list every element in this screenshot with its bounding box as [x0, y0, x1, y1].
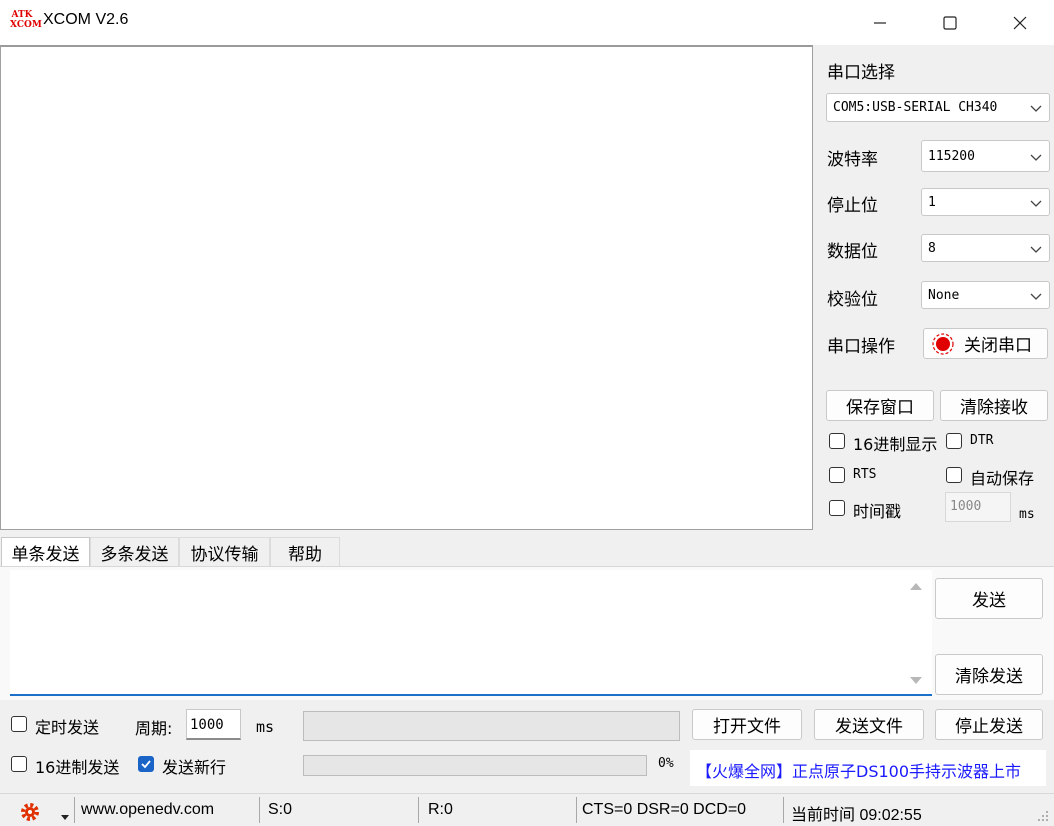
hex-send-label: 16进制发送: [35, 758, 120, 777]
promo-link[interactable]: 【火爆全网】正点原子DS100手持示波器上市: [696, 758, 1021, 782]
rts-checkbox[interactable]: [829, 467, 845, 483]
checkmark-icon: [141, 760, 151, 769]
databits-select[interactable]: 8: [921, 234, 1050, 262]
auto-save-checkbox[interactable]: [946, 467, 962, 483]
clear-receive-button[interactable]: 清除接收: [940, 390, 1048, 421]
send-progress-bar: [303, 755, 647, 776]
app-logo-icon: ATK XCOM: [10, 10, 42, 30]
scroll-arrows-icon: [910, 583, 922, 684]
chevron-down-icon: [1030, 154, 1042, 161]
operation-label: 串口操作: [827, 337, 895, 357]
stop-send-button[interactable]: 停止发送: [935, 709, 1043, 740]
timed-send-checkbox[interactable]: [11, 716, 27, 732]
send-newline-checkbox[interactable]: [138, 756, 154, 772]
port-select[interactable]: COM5:USB-SERIAL CH340: [826, 93, 1050, 122]
chevron-down-icon: [1030, 246, 1042, 253]
received-count: R:0: [428, 801, 453, 818]
hex-send-checkbox[interactable]: [11, 756, 27, 772]
status-separator: [418, 797, 419, 823]
tab-multi-send[interactable]: 多条发送: [90, 537, 179, 566]
databits-select-value: 8: [928, 240, 936, 256]
tab-protocol[interactable]: 协议传输: [179, 537, 270, 566]
stopbits-label: 停止位: [827, 196, 878, 216]
send-input[interactable]: [10, 570, 932, 696]
close-button[interactable]: [985, 0, 1054, 45]
send-button[interactable]: 发送: [935, 578, 1043, 619]
minimize-icon: [874, 21, 886, 24]
file-progress-bar: [303, 711, 680, 741]
timestamp-label: 时间戳: [853, 502, 902, 521]
current-time: 当前时间 09:02:55: [791, 807, 922, 824]
timestamp-checkbox[interactable]: [829, 500, 845, 516]
stopbits-select[interactable]: 1: [921, 188, 1050, 216]
parity-select-value: None: [928, 287, 960, 303]
close-port-label: 关闭串口: [964, 336, 1032, 356]
auto-save-label: 自动保存: [970, 469, 1035, 488]
tab-help[interactable]: 帮助: [270, 537, 340, 566]
chevron-down-icon: [1030, 200, 1042, 207]
baud-label: 波特率: [827, 150, 878, 170]
hex-display-checkbox[interactable]: [829, 433, 845, 449]
website-link[interactable]: www.openedv.com: [81, 801, 214, 819]
status-separator: [259, 797, 260, 823]
timestamp-unit: ms: [1019, 507, 1035, 522]
send-file-button[interactable]: 发送文件: [814, 709, 924, 740]
minimize-button[interactable]: [845, 0, 915, 45]
baud-select[interactable]: 115200: [921, 140, 1050, 172]
settings-gear-icon[interactable]: [18, 800, 42, 826]
dtr-checkbox[interactable]: [946, 433, 962, 449]
timed-send-label: 定时发送: [35, 718, 100, 737]
send-newline-label: 发送新行: [162, 758, 227, 777]
maximize-icon: [943, 15, 957, 30]
period-unit: ms: [256, 718, 275, 736]
close-port-button[interactable]: 关闭串口: [923, 328, 1048, 359]
resize-grip-icon[interactable]: [1036, 808, 1050, 826]
tab-single-send[interactable]: 单条发送: [1, 537, 90, 567]
status-separator: [576, 797, 577, 823]
clear-send-button[interactable]: 清除发送: [935, 654, 1043, 695]
chevron-down-icon: [1030, 105, 1042, 112]
maximize-button[interactable]: [915, 0, 985, 45]
period-label: 周期:: [135, 719, 173, 738]
settings-dropdown-icon[interactable]: [60, 806, 70, 825]
parity-label: 校验位: [827, 290, 878, 310]
rts-label: RTS: [853, 467, 877, 482]
save-window-button[interactable]: 保存窗口: [826, 390, 934, 421]
open-file-button[interactable]: 打开文件: [692, 709, 802, 740]
window-title: XCOM V2.6: [43, 11, 129, 28]
receive-area[interactable]: [0, 45, 813, 530]
close-icon: [1013, 16, 1027, 29]
hex-display-label: 16进制显示: [853, 435, 938, 454]
status-separator: [783, 797, 784, 823]
timestamp-interval-input[interactable]: 1000: [945, 492, 1011, 522]
port-status-indicator-icon: [932, 332, 954, 355]
stopbits-select-value: 1: [928, 194, 936, 210]
dtr-label: DTR: [970, 433, 994, 448]
line-status: CTS=0 DSR=0 DCD=0: [582, 801, 747, 818]
promo-banner[interactable]: 【火爆全网】正点原子DS100手持示波器上市: [690, 750, 1046, 786]
send-input-scrollbar[interactable]: [904, 572, 928, 692]
period-input[interactable]: 1000: [186, 709, 241, 740]
sent-count: S:0: [268, 801, 293, 818]
chevron-down-icon: [1030, 293, 1042, 300]
status-separator: [74, 797, 75, 823]
databits-label: 数据位: [827, 242, 878, 262]
baud-select-value: 115200: [928, 148, 975, 164]
send-progress-percent: 0%: [658, 756, 674, 771]
port-select-value: COM5:USB-SERIAL CH340: [833, 100, 998, 115]
parity-select[interactable]: None: [921, 281, 1050, 309]
port-label: 串口选择: [827, 63, 895, 83]
